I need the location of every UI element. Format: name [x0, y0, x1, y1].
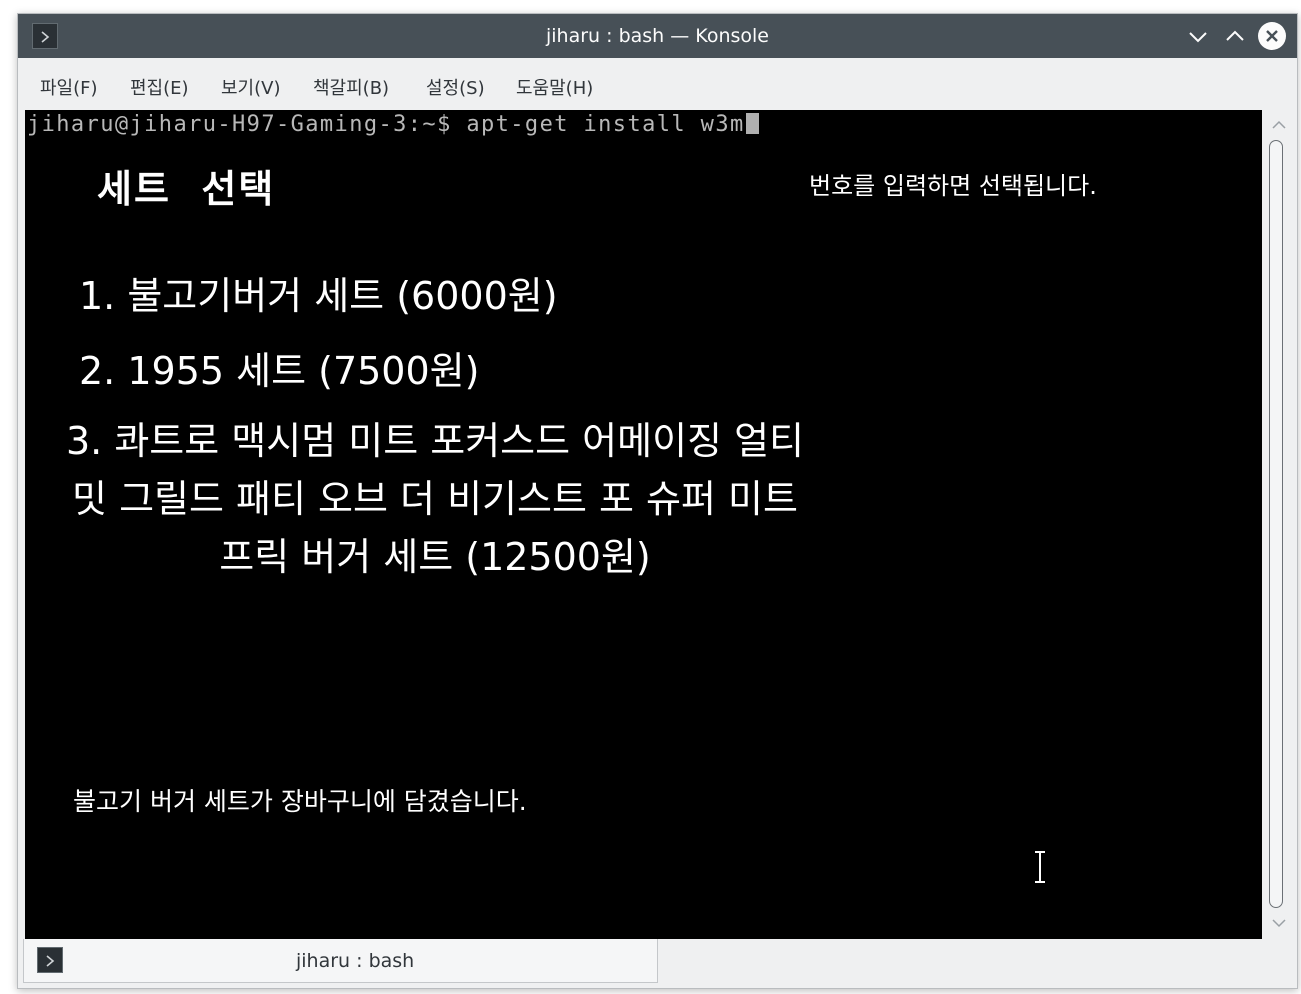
scroll-handle[interactable] — [1269, 140, 1283, 908]
tab-bar: jiharu : bash — [18, 939, 1297, 988]
konsole-window: jiharu : bash — Konsole 파일(F) 편집(E) 보기(V… — [17, 13, 1298, 989]
terminal-view[interactable]: jiharu@jiharu-H97-Gaming-3:~$ apt-get in… — [25, 110, 1262, 939]
close-icon — [1266, 30, 1278, 42]
vertical-scrollbar[interactable] — [1262, 110, 1297, 939]
maximize-button[interactable] — [1221, 22, 1249, 50]
command-text: jiharu@jiharu-H97-Gaming-3:~$ apt-get in… — [27, 112, 745, 137]
menu-view[interactable]: 보기(V) — [221, 74, 280, 100]
chevron-down-icon — [1189, 32, 1207, 43]
menu-option-3[interactable]: 3. 콰트로 맥시멈 미트 포커스드 어메이징 얼티밋 그릴드 패티 오브 더 … — [55, 412, 815, 586]
title-bar[interactable]: jiharu : bash — Konsole — [18, 14, 1297, 58]
menu-settings[interactable]: 설정(S) — [426, 74, 485, 100]
terminal-tab-icon — [37, 947, 63, 973]
instruction-text: 번호를 입력하면 선택됩니다. — [809, 172, 1097, 200]
minimize-button[interactable] — [1184, 22, 1212, 50]
menu-file[interactable]: 파일(F) — [40, 74, 98, 100]
window-title: jiharu : bash — Konsole — [546, 25, 769, 47]
text-cursor-icon — [1035, 850, 1045, 884]
menu-edit[interactable]: 편집(E) — [130, 74, 189, 100]
menu-bookmarks[interactable]: 책갈피(B) — [313, 74, 389, 100]
menu-option-1[interactable]: 1. 불고기버거 세트 (6000원) — [79, 265, 558, 320]
scroll-up-icon[interactable] — [1272, 120, 1286, 130]
set-selection-heading: 세트 선택 — [97, 167, 276, 211]
scroll-down-icon[interactable] — [1272, 918, 1286, 928]
close-button[interactable] — [1258, 22, 1286, 50]
tab-bash[interactable]: jiharu : bash — [23, 939, 658, 983]
terminal-cursor — [745, 113, 759, 134]
menu-bar: 파일(F) 편집(E) 보기(V) 책갈피(B) 설정(S) 도움말(H) — [18, 58, 1297, 110]
prompt-line: jiharu@jiharu-H97-Gaming-3:~$ apt-get in… — [27, 112, 759, 137]
cart-message: 불고기 버거 세트가 장바구니에 담겼습니다. — [73, 787, 527, 816]
menu-option-2[interactable]: 2. 1955 세트 (7500원) — [79, 340, 479, 395]
tab-label: jiharu : bash — [296, 950, 415, 972]
chevron-up-icon — [1226, 30, 1244, 41]
menu-help[interactable]: 도움말(H) — [516, 74, 593, 100]
